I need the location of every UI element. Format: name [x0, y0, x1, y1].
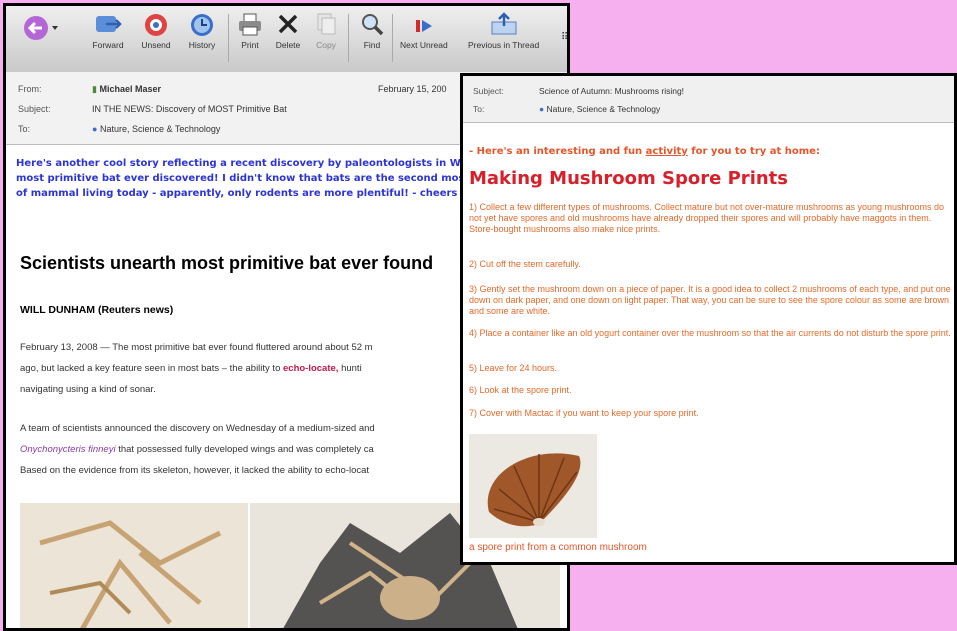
to-label: To: [473, 104, 485, 114]
history-icon [191, 14, 213, 36]
toolbar-separator [228, 14, 229, 62]
copy-icon [317, 13, 336, 35]
toolbar-find-button[interactable]: Find [358, 12, 386, 50]
step-7: 7) Cover with Mactac if you want to keep… [469, 408, 699, 418]
toolbar-back-button[interactable] [20, 12, 60, 44]
delete-icon [278, 14, 298, 34]
mail-window-mushroom: Subject: Science of Autumn: Mushrooms ri… [460, 73, 957, 565]
toolbar-overflow-icon[interactable]: ⠿ [561, 32, 567, 43]
from-value[interactable]: ▮ Michael Maser [92, 84, 161, 95]
toolbar-forward-button[interactable]: Forward [92, 12, 124, 50]
echo-locate-link[interactable]: echo-locate, [283, 363, 338, 374]
step-2: 2) Cut off the stem carefully. [469, 259, 581, 269]
toolbar-separator [392, 14, 393, 62]
article-byline: WILL DUNHAM (Reuters news) [20, 304, 174, 316]
toolbar-label: Unsend [141, 40, 171, 50]
toolbar-copy-button[interactable]: Copy [312, 12, 340, 50]
subject-label: Subject: [18, 104, 51, 114]
article-title: Making Mushroom Spore Prints [469, 168, 788, 189]
mail-toolbar: Forward Unsend History Print Delete Copy… [6, 6, 567, 73]
step-6: 6) Look at the spore print. [469, 385, 572, 395]
unsend-icon [145, 14, 167, 36]
toolbar-label: Delete [275, 40, 301, 50]
step-5: 5) Leave for 24 hours. [469, 363, 558, 373]
toolbar-label: Find [363, 40, 381, 50]
subject-value: Science of Autumn: Mushrooms rising! [539, 86, 685, 96]
forward-icon [96, 16, 122, 32]
contact-icon: ▮ [92, 84, 97, 94]
toolbar-label: History [188, 40, 216, 50]
to-value[interactable]: ● Nature, Science & Technology [92, 124, 220, 134]
toolbar-label: Next Unread [400, 40, 448, 50]
globe-icon: ● [92, 124, 98, 134]
toolbar-label: Print [241, 40, 259, 50]
toolbar-separator [348, 14, 349, 62]
article-headline: Scientists unearth most primitive bat ev… [20, 253, 434, 273]
toolbar-label: Previous in Thread [468, 40, 540, 50]
activity-intro: - Here's an interesting and fun activity… [469, 146, 820, 157]
step-1: 1) Collect a few different types of mush… [469, 202, 945, 234]
message-header-2: Subject: Science of Autumn: Mushrooms ri… [463, 76, 954, 123]
to-value[interactable]: ● Nature, Science & Technology [539, 104, 660, 114]
spore-caption: a spore print from a common mushroom [469, 542, 647, 553]
toolbar-history-button[interactable]: History [186, 12, 218, 50]
globe-icon: ● [539, 104, 545, 114]
species-name: Onychonycteris finneyi [20, 444, 116, 455]
toolbar-next-unread-button[interactable]: Next Unread [400, 12, 448, 50]
previous-thread-icon [491, 12, 517, 35]
activity-link[interactable]: activity [646, 146, 688, 157]
spore-print-image [469, 434, 597, 538]
toolbar-label: Forward [92, 40, 124, 50]
toolbar-print-button[interactable]: Print [236, 12, 264, 50]
subject-value: IN THE NEWS: Discovery of MOST Primitive… [92, 104, 287, 114]
to-label: To: [18, 124, 31, 134]
toolbar-label: Copy [316, 40, 336, 50]
toolbar-previous-thread-button[interactable]: Previous in Thread [468, 12, 539, 50]
toolbar-delete-button[interactable]: Delete [274, 12, 302, 50]
step-3: 3) Gently set the mushroom down on a pie… [469, 284, 951, 316]
next-unread-icon [415, 20, 432, 32]
print-icon [239, 13, 261, 36]
message-date: February 15, 200 [378, 84, 447, 94]
back-icon [24, 16, 58, 40]
find-icon [362, 14, 384, 36]
toolbar-unsend-button[interactable]: Unsend [140, 12, 172, 50]
from-label: From: [18, 84, 42, 94]
subject-label: Subject: [473, 86, 504, 96]
step-4: 4) Place a container like an old yogurt … [469, 328, 951, 338]
